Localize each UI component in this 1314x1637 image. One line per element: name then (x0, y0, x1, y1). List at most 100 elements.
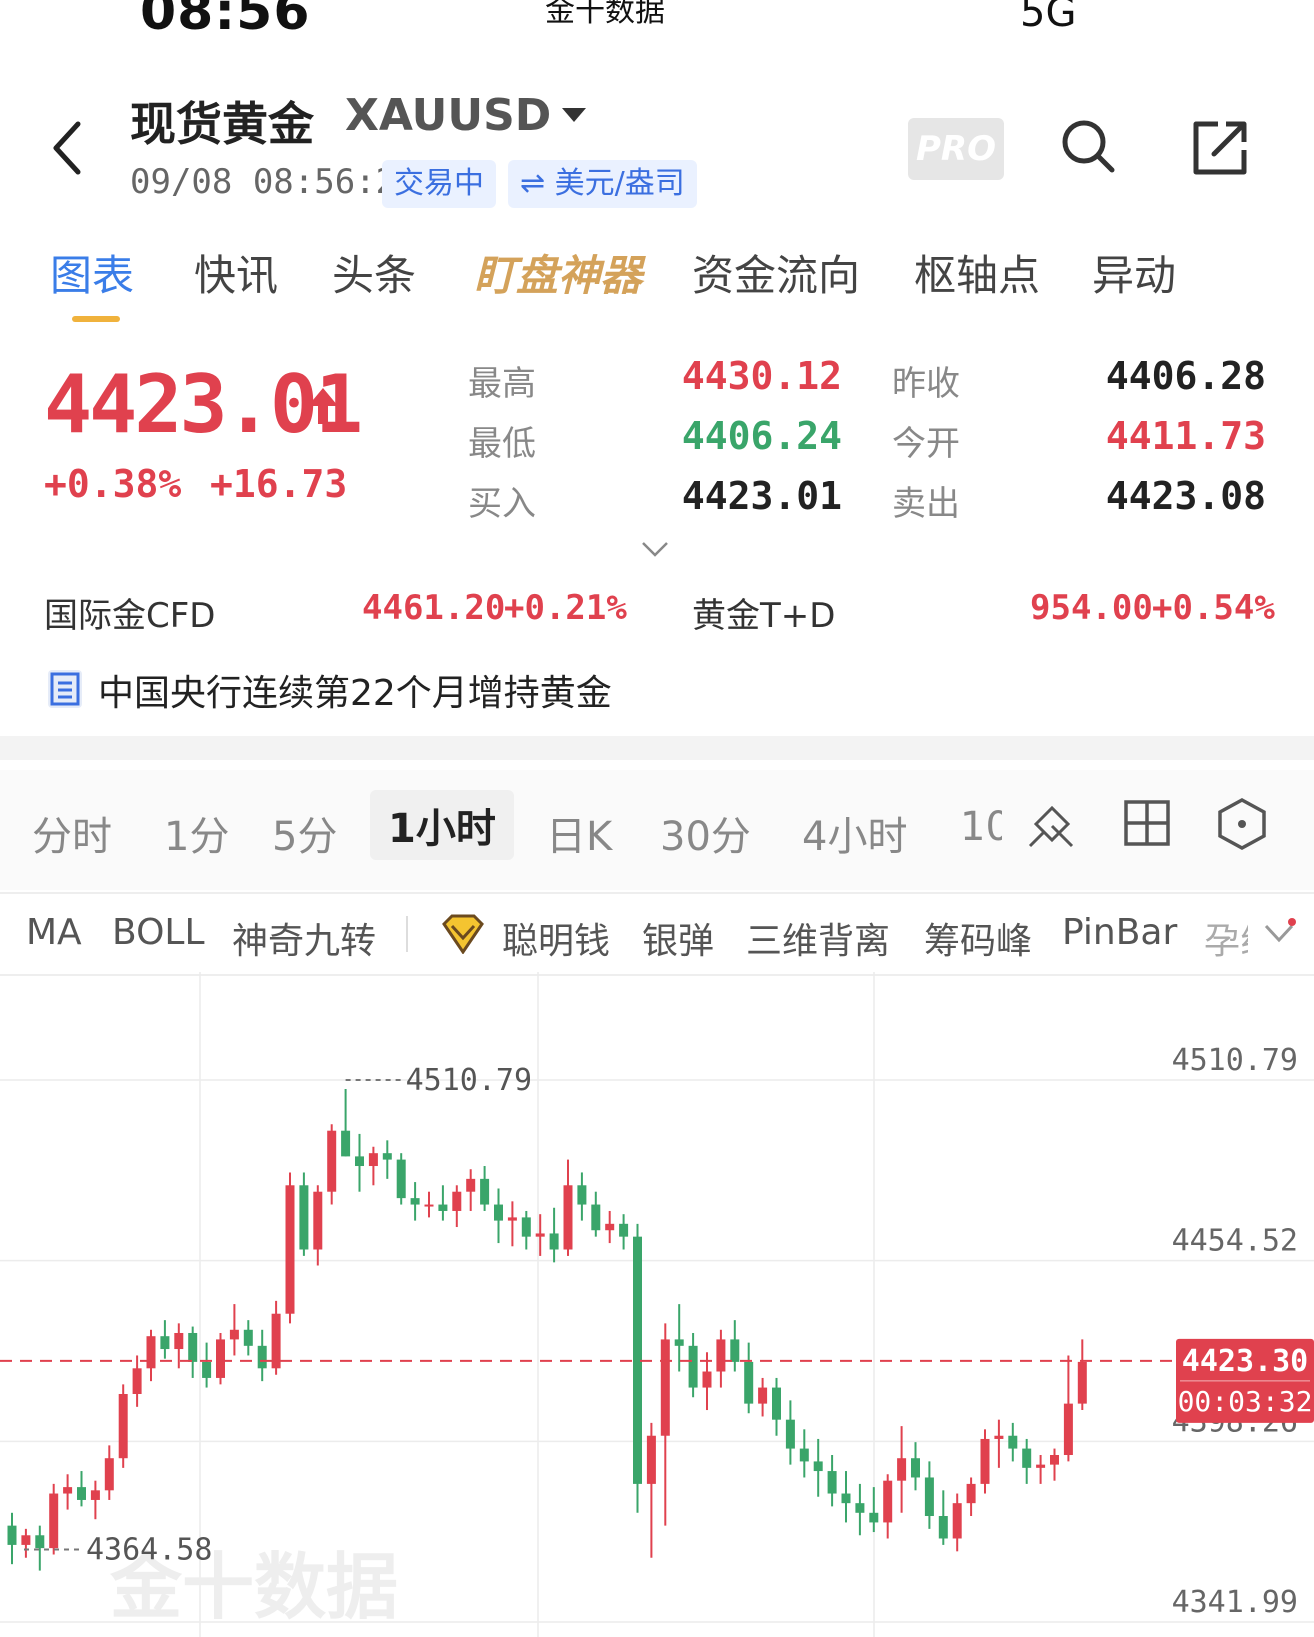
indicator-td9[interactable]: 神奇九转 (232, 912, 376, 964)
candle-body (702, 1371, 712, 1388)
indicator-chip-peak[interactable]: 筹码峰 (924, 912, 1032, 964)
candle-body (813, 1461, 823, 1472)
pro-button[interactable]: PRO (908, 118, 1004, 180)
layout-grid-icon[interactable] (1122, 798, 1172, 848)
instrument-title: 现货黄金 (130, 97, 314, 151)
y-tick-label: 4341.99 (1172, 1585, 1298, 1620)
tab-monitor-tool[interactable]: 盯盘神器 (474, 242, 642, 303)
period-1min[interactable]: 1分 (164, 804, 229, 862)
period-selector: 分时 1分 5分 1小时 日K 30分 4小时 10 (0, 770, 1314, 890)
candle-body (897, 1458, 907, 1481)
back-arrow-icon[interactable] (48, 118, 88, 178)
change-absolute: +16.73 (210, 462, 348, 506)
period-1hour[interactable]: 1小时 (370, 790, 514, 860)
trading-status-badge: 交易中 (382, 160, 496, 208)
candle-body (772, 1387, 781, 1420)
indicator-smart-money[interactable]: 聪明钱 (502, 912, 610, 964)
current-price-label: 4423.30 (1182, 1344, 1308, 1379)
candle-body (507, 1217, 517, 1221)
settings-hexagon-icon[interactable] (1214, 796, 1270, 852)
candle-body (591, 1204, 601, 1231)
related-name-td[interactable]: 黄金T+D (692, 588, 835, 637)
candle-body (1036, 1464, 1046, 1468)
candle-body (424, 1204, 434, 1207)
tab-fund-flow[interactable]: 资金流向 (692, 242, 860, 303)
indicator-silver-bullet[interactable]: 银弹 (642, 912, 714, 964)
candle-body (355, 1156, 364, 1167)
indicator-boll[interactable]: BOLL (112, 912, 205, 953)
tab-flash-news[interactable]: 快讯 (194, 242, 278, 303)
candle-body (327, 1130, 337, 1192)
candle-body (911, 1458, 920, 1478)
open-label: 今开 (892, 424, 960, 464)
tab-chart[interactable]: 图表 (50, 242, 134, 303)
indicator-inside-bar[interactable]: 孕线 (1204, 912, 1248, 964)
candle-body (243, 1329, 253, 1346)
candle-body (549, 1233, 559, 1250)
quote-timestamp: 09/08 08:56:28 (130, 162, 417, 202)
candle-body (1050, 1455, 1059, 1465)
up-arrow-icon (308, 388, 338, 424)
tab-headlines[interactable]: 头条 (332, 242, 416, 303)
period-daily[interactable]: 日K (546, 804, 612, 862)
search-icon[interactable] (1058, 116, 1118, 176)
instrument-symbol[interactable]: XAUUSD (345, 90, 551, 141)
candle-body (841, 1493, 851, 1504)
candle-body (494, 1204, 503, 1221)
draw-tool-icon[interactable] (1024, 796, 1080, 852)
candle-body (563, 1185, 573, 1250)
related-name-cfd[interactable]: 国际金CFD (44, 588, 215, 637)
period-4hour[interactable]: 4小时 (802, 804, 907, 862)
expand-chevron-icon[interactable] (640, 540, 670, 558)
candle-body (869, 1512, 879, 1523)
candle-body (104, 1458, 114, 1491)
unit-badge[interactable]: ⇌ 美元/盎司 (508, 160, 697, 208)
tab-pivot-points[interactable]: 枢轴点 (914, 242, 1040, 303)
period-30min[interactable]: 30分 (660, 804, 751, 862)
period-timeline[interactable]: 分时 (32, 804, 112, 862)
candle-body (7, 1525, 17, 1545)
candle-body (785, 1419, 795, 1449)
change-percent: +0.38% (44, 462, 182, 506)
tab-unusual-moves[interactable]: 异动 (1092, 242, 1176, 303)
candle-body (924, 1477, 934, 1517)
candle-body (257, 1345, 267, 1369)
chevron-down-icon[interactable] (560, 106, 588, 124)
candle-body (77, 1487, 86, 1500)
candle-body (855, 1503, 865, 1513)
related-value-td: 954.00 (1030, 588, 1153, 628)
candle-body (118, 1393, 128, 1459)
high-value: 4430.12 (681, 354, 842, 398)
candlestick-chart[interactable]: 4510.794454.524398.264341.99 金十数据 4510.7… (0, 972, 1314, 1637)
indicator-divider (406, 916, 408, 952)
chevron-down-icon[interactable] (1262, 918, 1296, 948)
high-label: 最高 (468, 364, 536, 404)
news-headline[interactable]: 中国央行连续第22个月增持黄金 (98, 664, 612, 716)
y-tick-label: 4454.52 (1172, 1224, 1298, 1259)
candle-body (646, 1435, 656, 1484)
candle-body (619, 1223, 629, 1237)
candle-body (1063, 1403, 1073, 1456)
section-divider (0, 736, 1314, 760)
indicator-3d-divergence[interactable]: 三维背离 (746, 912, 890, 964)
candle-body (188, 1332, 198, 1362)
candle-body (799, 1448, 809, 1462)
candle-body (1008, 1435, 1018, 1449)
related-value-cfd: 4461.20 (362, 588, 506, 628)
bid-label: 买入 (468, 484, 536, 524)
bid-value: 4423.01 (681, 474, 842, 518)
open-value: 4411.73 (1105, 414, 1266, 458)
period-more[interactable]: 10 (960, 804, 1002, 850)
indicator-ma[interactable]: MA (26, 912, 82, 953)
share-icon[interactable] (1190, 118, 1250, 178)
indicator-pinbar[interactable]: PinBar (1062, 912, 1177, 953)
status-app-name: 金十数据 (545, 0, 665, 29)
candle-body (146, 1336, 156, 1369)
candle-body (605, 1223, 615, 1231)
candle-body (1022, 1448, 1032, 1468)
candle-body (216, 1339, 225, 1378)
content-tabs: 图表 快讯 头条 盯盘神器 资金流向 枢轴点 异动 (0, 242, 1314, 322)
low-value: 4406.24 (681, 414, 842, 458)
period-5min[interactable]: 5分 (272, 804, 337, 862)
candle-body (160, 1336, 170, 1350)
